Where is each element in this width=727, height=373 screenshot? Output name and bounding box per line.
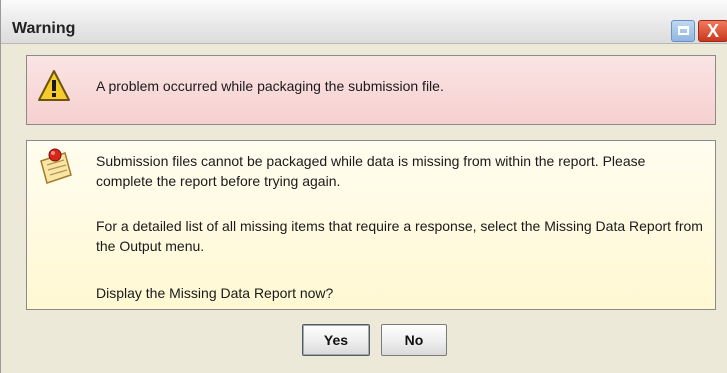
info-question: Display the Missing Data Report now? bbox=[96, 285, 334, 301]
window-title: Warning bbox=[12, 20, 76, 37]
warning-panel: A problem occurred while packaging the s… bbox=[26, 55, 716, 125]
warning-dialog: Warning X A problem occurred while packa… bbox=[0, 0, 727, 373]
info-panel: Submission files cannot be packaged whil… bbox=[26, 140, 716, 310]
info-paragraph-2: For a detailed list of all missing items… bbox=[96, 218, 703, 254]
close-icon[interactable]: X bbox=[698, 20, 727, 42]
restore-icon[interactable] bbox=[671, 20, 695, 42]
no-button[interactable]: No bbox=[381, 324, 447, 356]
yes-button[interactable]: Yes bbox=[302, 324, 370, 356]
warning-message: A problem occurred while packaging the s… bbox=[96, 78, 444, 94]
note-icon bbox=[40, 148, 72, 184]
info-paragraph-1: Submission files cannot be packaged whil… bbox=[96, 153, 646, 189]
title-bar[interactable]: Warning X bbox=[1, 0, 727, 44]
warning-icon bbox=[38, 70, 70, 101]
